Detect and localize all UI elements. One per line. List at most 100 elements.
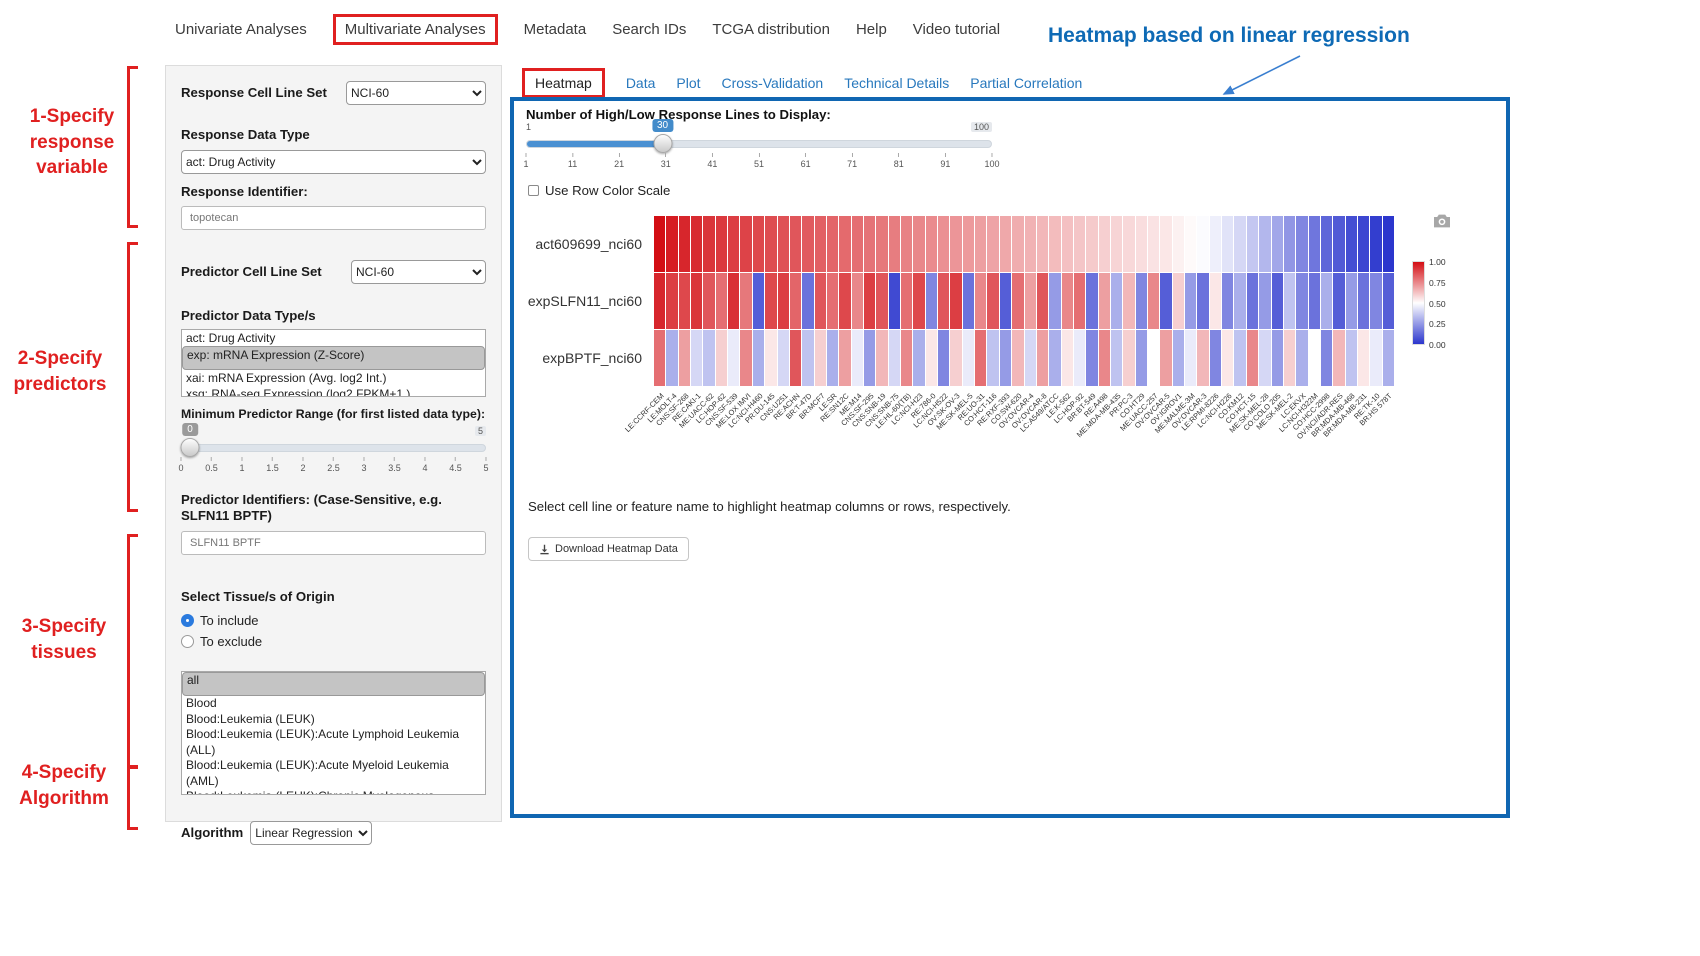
response-cell-line-set-select[interactable]: NCI-60 (346, 81, 486, 105)
heatmap-cell (1000, 273, 1011, 329)
nav-item-metadata[interactable]: Metadata (524, 21, 587, 38)
tab-plot[interactable]: Plot (676, 75, 700, 91)
tissue-option[interactable]: Blood:Leukemia (LEUK) (182, 712, 485, 728)
download-button-label: Download Heatmap Data (555, 543, 678, 555)
heatmap-cell (1383, 330, 1394, 386)
slider-track[interactable] (181, 444, 486, 452)
predictor-data-type-option[interactable]: xai: mRNA Expression (Avg. log2 Int.) (182, 370, 485, 386)
lines-slider[interactable]: 1100301112131415161718191100 (526, 122, 992, 180)
tissue-option[interactable]: Blood:Leukemia (LEUK):Chronic Myelogenou… (182, 789, 485, 795)
radio-to-exclude[interactable]: To exclude (181, 634, 486, 649)
heatmap-cell (666, 330, 677, 386)
tab-cross-validation[interactable]: Cross-Validation (722, 75, 824, 91)
heatmap-cell (913, 216, 924, 272)
heatmap-cell (679, 273, 690, 329)
predictor-data-type-option[interactable]: xsq: RNA-seq Expression (log2 FPKM+1.) (182, 386, 485, 397)
heatmap-cell (987, 216, 998, 272)
predictor-cell-line-set-select[interactable]: NCI-60 (351, 260, 486, 284)
heatmap-cell (1247, 330, 1258, 386)
slider-handle[interactable] (181, 438, 200, 457)
tab-technical-details[interactable]: Technical Details (844, 75, 949, 91)
predictor-identifiers-input[interactable] (181, 531, 486, 555)
heatmap-cell (839, 330, 850, 386)
heatmap-cell (815, 330, 826, 386)
response-identifier-input[interactable] (181, 206, 486, 230)
nav-item-search-ids[interactable]: Search IDs (612, 21, 686, 38)
radio-label: To exclude (200, 634, 262, 649)
heatmap-cell (1086, 330, 1097, 386)
heatmap-cell (1358, 330, 1369, 386)
heatmap-cell (1296, 330, 1307, 386)
tissue-option[interactable]: Blood:Leukemia (LEUK):Acute Lymphoid Leu… (182, 727, 485, 758)
heatmap-cell (691, 273, 702, 329)
nav-item-multivariate-analyses[interactable]: Multivariate Analyses (333, 14, 498, 45)
nav-item-help[interactable]: Help (856, 21, 887, 38)
heatmap-row-label[interactable]: expSLFN11_nci60 (514, 273, 648, 330)
checkbox-icon[interactable] (528, 185, 539, 196)
row-color-scale-toggle[interactable]: Use Row Color Scale (528, 183, 670, 198)
heatmap-cell (1259, 330, 1270, 386)
heatmap-cell (938, 216, 949, 272)
tab-heatmap[interactable]: Heatmap (522, 68, 605, 98)
heatmap-cell (1074, 330, 1085, 386)
heatmap-cell (778, 216, 789, 272)
heatmap-cell (728, 216, 739, 272)
algorithm-select[interactable]: Linear Regression (250, 821, 372, 845)
heatmap-cell (1284, 273, 1295, 329)
radio-icon[interactable] (181, 635, 194, 648)
nav-item-video-tutorial[interactable]: Video tutorial (913, 21, 1000, 38)
tissue-list[interactable]: allBloodBlood:Leukemia (LEUK)Blood:Leuke… (181, 671, 486, 795)
heatmap-cell (1037, 216, 1048, 272)
slider-handle[interactable] (653, 134, 672, 153)
slider-track[interactable] (526, 140, 992, 148)
heatmap-cell (802, 216, 813, 272)
nav-item-univariate-analyses[interactable]: Univariate Analyses (175, 21, 307, 38)
predictor-data-types-label: Predictor Data Type/s (181, 308, 486, 325)
download-heatmap-button[interactable]: Download Heatmap Data (528, 537, 689, 561)
tissue-option[interactable]: all (182, 672, 485, 696)
predictor-data-type-option[interactable]: exp: mRNA Expression (Z-Score) (182, 346, 485, 370)
radio-label: To include (200, 613, 259, 628)
legend-tick-label: 0.25 (1429, 319, 1446, 329)
heatmap-cell (790, 273, 801, 329)
heatmap-cell (876, 216, 887, 272)
heatmap-cell (1185, 273, 1196, 329)
heatmap-cell (1049, 330, 1060, 386)
heatmap-cell (1333, 216, 1344, 272)
heatmap-cell (889, 273, 900, 329)
heatmap-cell (1148, 273, 1159, 329)
radio-to-include[interactable]: To include (181, 613, 486, 628)
heatmap-cell (1086, 216, 1097, 272)
heatmap-cell (716, 273, 727, 329)
response-cell-line-set-label: Response Cell Line Set (181, 85, 327, 102)
heatmap-cell (1234, 330, 1245, 386)
heatmap-cell (1012, 216, 1023, 272)
heatmap-cell (691, 330, 702, 386)
legend-tick-label: 0.75 (1429, 278, 1446, 288)
response-data-type-select[interactable]: act: Drug Activity (181, 150, 486, 174)
heatmap-cell (654, 216, 665, 272)
heatmap-cell (815, 273, 826, 329)
heatmap-cell (765, 330, 776, 386)
camera-icon[interactable] (1432, 213, 1452, 234)
tissue-option[interactable]: Blood (182, 696, 485, 712)
heatmap-cell (703, 216, 714, 272)
predictor-data-type-list[interactable]: act: Drug Activityexp: mRNA Expression (… (181, 329, 486, 397)
response-data-type-label: Response Data Type (181, 127, 486, 144)
heatmap-cell (1358, 273, 1369, 329)
min-predictor-range-slider[interactable]: 5000.511.522.533.544.55 (181, 426, 486, 484)
tissue-option[interactable]: Blood:Leukemia (LEUK):Acute Myeloid Leuk… (182, 758, 485, 789)
heatmap-cell (950, 216, 961, 272)
nav-item-tcga-distribution[interactable]: TCGA distribution (712, 21, 830, 38)
heatmap-row-label[interactable]: expBPTF_nci60 (514, 329, 648, 386)
predictor-data-type-option[interactable]: act: Drug Activity (182, 330, 485, 346)
heatmap-cell (1062, 273, 1073, 329)
heatmap-cell (1358, 216, 1369, 272)
radio-icon[interactable] (181, 614, 194, 627)
heatmap-cell (950, 330, 961, 386)
tab-data[interactable]: Data (626, 75, 656, 91)
heatmap-cell (975, 330, 986, 386)
tab-partial-correlation[interactable]: Partial Correlation (970, 75, 1082, 91)
heatmap-row-label[interactable]: act609699_nci60 (514, 216, 648, 273)
heatmap-cell (852, 330, 863, 386)
